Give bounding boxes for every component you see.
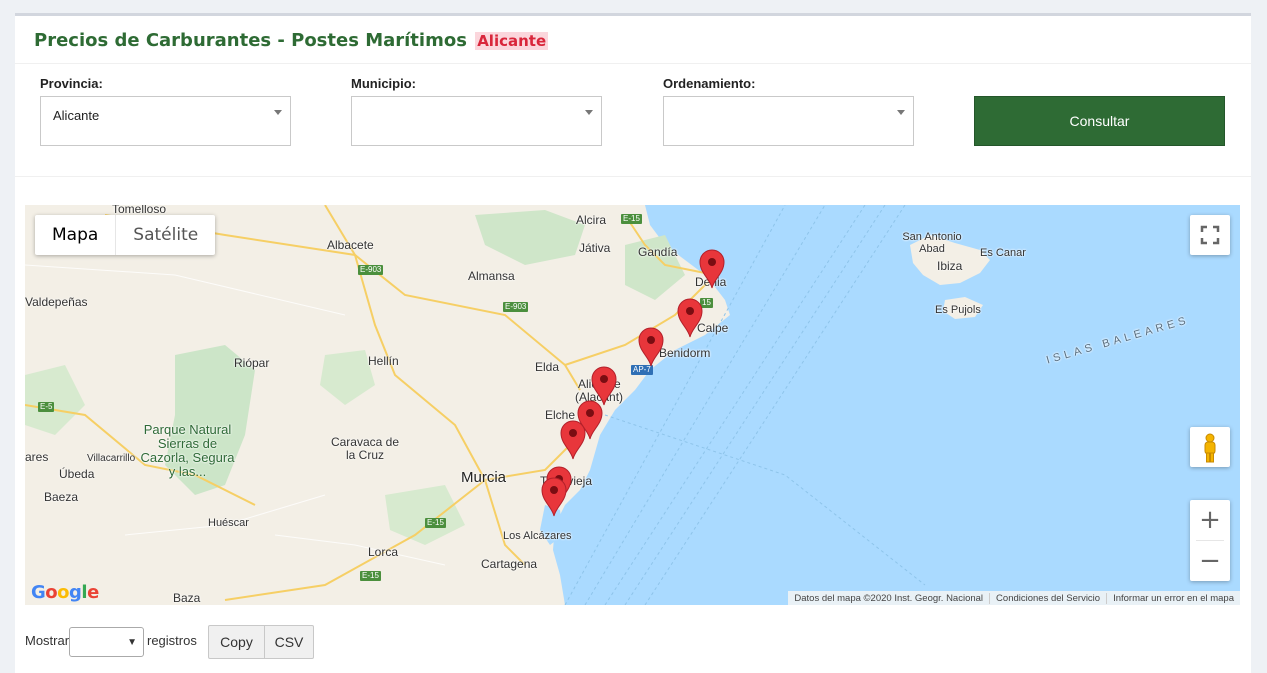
chevron-down-icon [897,110,905,115]
place-label: Riópar [234,356,270,370]
zoom-out-button[interactable]: − [1190,541,1230,581]
csv-button[interactable]: CSV [264,625,314,659]
city-label-murcia: Murcia [461,469,507,486]
page-length-select[interactable]: ▼ [69,627,144,657]
filters-divider [15,176,1251,177]
chevron-down-icon [274,110,282,115]
pegman-icon [1204,433,1216,463]
zoom-in-button[interactable]: + [1190,500,1230,540]
place-label: Játiva [579,241,611,255]
road-shield: E-903 [358,265,384,275]
park-label: Parque Natural Sierras de Cazorla, Segur… [140,422,235,479]
place-label: Elda [535,360,560,374]
header-divider [15,63,1251,64]
ordenamiento-label: Ordenamiento: [663,76,756,91]
road-shield: E-15 [621,214,642,224]
place-label: ares [25,450,49,464]
page-title: Precios de Carburantes - Postes Marítimo… [34,30,549,51]
map-type-map-button[interactable]: Mapa [35,215,117,255]
place-label: Hellín [368,354,399,368]
place-label: Cartagena [481,557,538,571]
road-shield: E-5 [38,402,55,412]
google-logo[interactable]: Google [31,582,99,603]
map-marker[interactable] [677,298,703,338]
terms-link[interactable]: Condiciones del Servicio [989,592,1106,604]
street-view-button[interactable] [1190,427,1230,467]
place-label: Almansa [468,269,515,283]
fullscreen-button[interactable] [1190,215,1230,255]
show-label: Mostrar [25,633,70,648]
provincia-value: Alicante [53,108,100,123]
copy-button[interactable]: Copy [208,625,265,659]
map-type-satellite-button[interactable]: Satélite [116,215,215,255]
municipio-select[interactable] [351,96,602,146]
municipio-label: Municipio: [351,76,416,91]
green-area [25,365,85,435]
map-marker[interactable] [638,327,664,367]
place-label: San Antonio Abad [902,231,962,255]
zoom-control: + − [1190,500,1230,581]
map-marker[interactable] [541,477,567,517]
place-label: Alcira [576,213,607,227]
place-label: Albacete [327,238,374,252]
provincia-select[interactable]: Alicante [40,96,291,146]
page-title-text: Precios de Carburantes - Postes Marítimo… [34,30,467,51]
ordenamiento-select[interactable] [663,96,914,146]
place-label: Lorca [368,545,399,559]
records-label: registros [147,633,197,648]
chevron-down-icon [585,110,593,115]
map-type-control: Mapa Satélite [35,215,216,255]
green-area [385,485,465,545]
map-attribution: Datos del mapa ©2020 Inst. Geogr. Nacion… [788,591,1240,605]
chevron-down-icon: ▼ [127,637,137,648]
road-shield: E-15 [360,571,381,581]
consultar-button[interactable]: Consultar [974,96,1225,146]
place-label: Es Canar [980,247,1026,259]
map-view[interactable]: Tomelloso Albacete Alcira Játiva Gandía … [25,205,1240,605]
map-marker[interactable] [560,420,586,460]
place-label: Villacarrillo [87,453,136,464]
place-label: Ibiza [937,259,963,273]
green-area [320,350,375,405]
province-badge: Alicante [475,32,549,50]
place-label: Los Alcázares [503,530,572,542]
place-label: Huéscar [208,517,249,529]
report-error-link[interactable]: Informar un error en el mapa [1106,592,1240,604]
place-label: Gandía [638,245,678,259]
map-marker[interactable] [699,249,725,289]
road-shield: E-903 [503,302,529,312]
place-label: Caravaca de la Cruz [330,435,400,462]
fullscreen-icon [1200,225,1220,245]
green-area [475,210,585,265]
map-base [25,205,1240,605]
place-label: Es Pujols [935,304,981,316]
place-label: Benidorm [659,346,711,360]
place-label: Baza [173,591,201,605]
place-label: Valdepeñas [25,295,88,309]
road-shield: E-15 [425,518,446,528]
provincia-label: Provincia: [40,76,103,91]
place-label: Baeza [44,490,79,504]
place-label: Úbeda [59,467,95,481]
map-data-credit: Datos del mapa ©2020 Inst. Geogr. Nacion… [794,592,984,604]
